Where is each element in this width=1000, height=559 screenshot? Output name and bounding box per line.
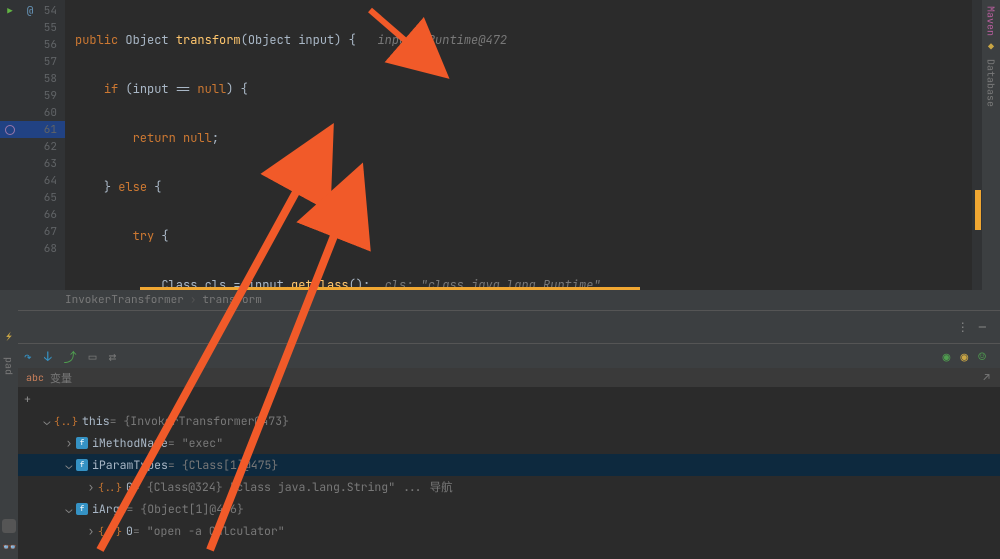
line-number: 64 — [0, 174, 65, 188]
field-icon: f — [76, 437, 88, 449]
var-name: this — [82, 414, 110, 429]
database-tab[interactable]: Database — [985, 59, 998, 107]
line-number: 58 — [0, 72, 65, 86]
object-icon: {..} — [98, 481, 122, 494]
variables-header: abc 变量 ↗ — [18, 368, 1000, 388]
chevron-right-icon[interactable]: › — [62, 436, 76, 451]
abc-icon: abc — [26, 371, 44, 384]
var-row-imethodname[interactable]: › f iMethodName = "exec" — [18, 432, 1000, 454]
plus-icon[interactable]: + — [24, 392, 31, 407]
code-content[interactable]: public Object transform(Object input) { … — [65, 0, 1000, 290]
field-icon: f — [76, 459, 88, 471]
add-watch-row[interactable]: + — [18, 388, 1000, 410]
var-row-iargs[interactable]: ⌄ f iArgs = {Object[1]@476} — [18, 498, 1000, 520]
var-name: 0 — [126, 524, 133, 539]
error-stripe[interactable] — [972, 0, 982, 290]
expand-icon[interactable]: ↗ — [983, 371, 990, 385]
chevron-down-icon[interactable]: ⌄ — [62, 502, 76, 517]
var-row-iparamtypes-0[interactable]: › {..} 0 = {Class@324} "class java.lang.… — [18, 476, 1000, 498]
object-icon: {..} — [54, 415, 78, 428]
var-value: = {Class[1]@475} — [168, 458, 278, 473]
debug-panel-header: ⋮ — — [0, 310, 1000, 344]
var-name: iParamTypes — [92, 458, 168, 473]
line-number: 68 — [0, 242, 65, 256]
var-row-iargs-0[interactable]: › {..} 0 = "open -a Calculator" — [18, 520, 1000, 542]
line-number: 67 — [0, 225, 65, 239]
var-name: iMethodName — [92, 436, 168, 451]
line-number: 56 — [0, 38, 65, 52]
line-number: 62 — [0, 140, 65, 154]
step-out-icon[interactable]: ⤴ — [64, 347, 77, 366]
var-value: = {Class@324} "class java.lang.String" .… — [133, 479, 453, 495]
evaluate-icon[interactable]: ⇄ — [108, 348, 116, 365]
chevron-down-icon[interactable]: ⌄ — [40, 414, 54, 429]
right-toolwindow-bar: Maven ◆ Database — [982, 0, 1000, 290]
panel-minimize-icon[interactable]: — — [979, 319, 986, 335]
line-number: 55 — [0, 21, 65, 35]
override-icon[interactable]: @ — [20, 4, 40, 18]
gutter: ▶@54 55 56 57 58 59 60 61 62 63 64 65 66… — [0, 0, 65, 290]
var-value: = "exec" — [168, 436, 223, 451]
mute-breakpoints-icon[interactable]: ◉ — [943, 348, 951, 365]
var-value: = "open -a Calculator" — [133, 524, 285, 539]
chevron-right-icon[interactable]: › — [84, 480, 98, 495]
breakpoint-icon[interactable] — [0, 125, 20, 135]
view-breakpoints-icon[interactable]: ◉ — [960, 348, 968, 365]
bottom-left-icons: 👓 — [2, 519, 17, 555]
chevron-right-icon[interactable]: › — [84, 524, 98, 539]
step-over-icon[interactable]: ↷ — [24, 348, 32, 365]
breadcrumb-item[interactable]: InvokerTransformer — [65, 293, 184, 307]
var-name: 0 — [126, 480, 133, 495]
inline-hint: input: Runtime@472 — [377, 32, 507, 48]
variables-panel: + ⌄ {..} this = {InvokerTransformer@473}… — [18, 388, 1000, 559]
var-value: = {InvokerTransformer@473} — [110, 414, 289, 429]
line-number: 63 — [0, 157, 65, 171]
variables-title: 变量 — [50, 370, 72, 386]
editor-area: ▶@54 55 56 57 58 59 60 61 62 63 64 65 66… — [0, 0, 1000, 290]
thread-dump-icon[interactable]: ☺ — [978, 348, 986, 365]
breadcrumb: InvokerTransformer › transform — [0, 290, 1000, 310]
chevron-down-icon[interactable]: ⌄ — [62, 458, 76, 473]
breadcrumb-separator: › — [190, 293, 197, 307]
var-row-iparamtypes[interactable]: ⌄ f iParamTypes = {Class[1]@475} — [18, 454, 1000, 476]
stripe-mark[interactable] — [975, 190, 981, 230]
var-value: = {Object[1]@476} — [127, 502, 244, 517]
glasses-icon[interactable]: 👓 — [2, 539, 17, 555]
line-number: 59 — [0, 89, 65, 103]
warning-marker-bar — [140, 287, 640, 290]
database-icon[interactable]: ◆ — [988, 40, 994, 53]
square-icon[interactable] — [2, 519, 16, 533]
lightning-icon[interactable]: ⚡ — [6, 330, 12, 343]
debug-toolbar: ↷ ↓ ⤴ ▭ ⇄ ◉ ◉ ☺ — [18, 344, 1000, 368]
breadcrumb-item[interactable]: transform — [202, 293, 261, 307]
object-icon: {..} — [98, 525, 122, 538]
line-number: 54 — [40, 4, 65, 18]
line-number: 66 — [0, 208, 65, 222]
run-gutter-icon[interactable]: ▶ — [0, 5, 20, 17]
field-icon: f — [76, 503, 88, 515]
var-row-this[interactable]: ⌄ {..} this = {InvokerTransformer@473} — [18, 410, 1000, 432]
step-into-icon[interactable]: ↓ — [44, 348, 52, 365]
var-name: iArgs — [92, 502, 127, 517]
run-to-cursor-icon[interactable]: ▭ — [89, 348, 97, 365]
maven-tab[interactable]: Maven — [985, 6, 998, 36]
line-number: 65 — [0, 191, 65, 205]
left-tab-label[interactable]: pad — [3, 357, 16, 375]
line-number: 57 — [0, 55, 65, 69]
line-number: 61 — [20, 123, 65, 137]
line-number: 60 — [0, 106, 65, 120]
more-menu-icon[interactable]: ⋮ — [957, 319, 969, 335]
